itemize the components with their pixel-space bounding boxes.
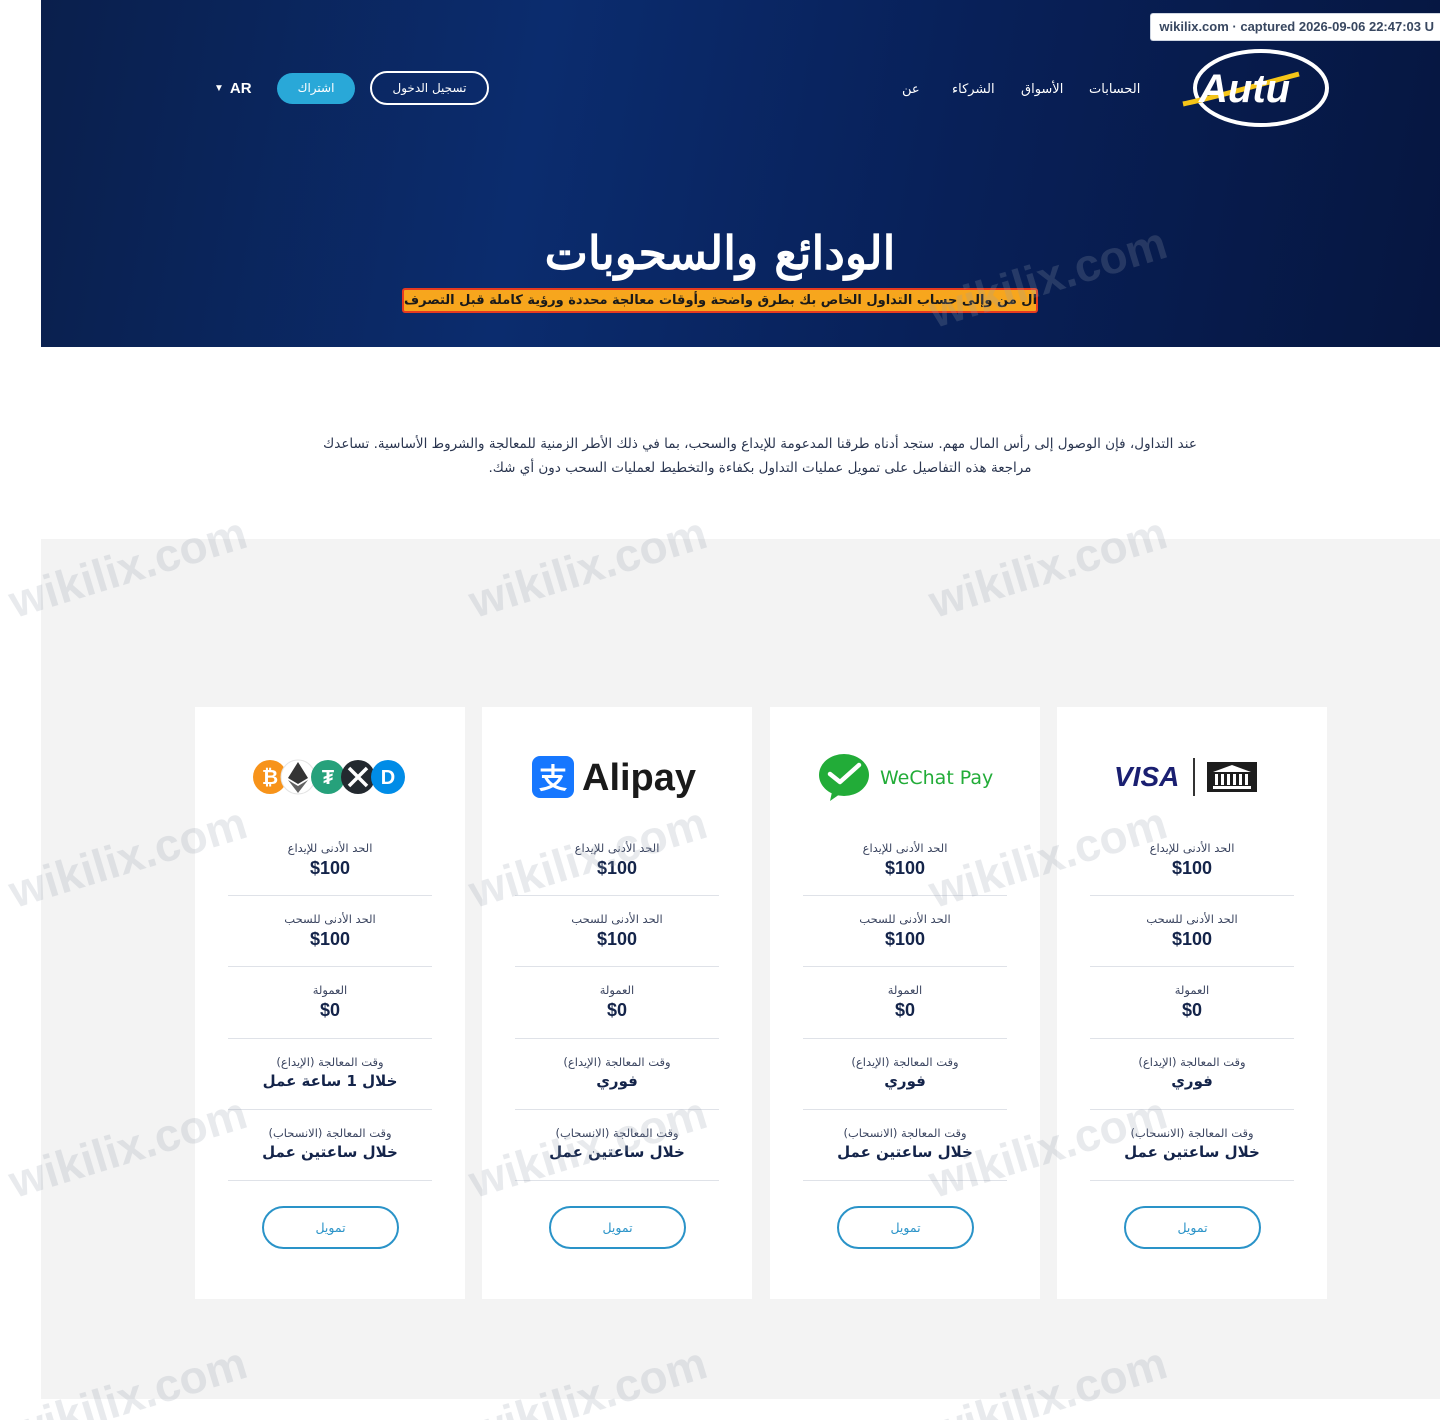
withdraw-time-label: وقت المعالجة (الانسحاب) <box>268 1126 392 1140</box>
fund-button-alipay[interactable]: تمويل <box>549 1206 686 1249</box>
visa-bank-logo: VISA <box>1057 747 1327 807</box>
min-withdraw-label: الحد الأدنى للسحب <box>859 912 951 926</box>
logo-text: Autu <box>1198 67 1290 111</box>
withdraw-time-value: خلال ساعتين عمل <box>837 1143 973 1161</box>
min-withdraw-value: $100 <box>1171 929 1213 949</box>
fund-button-crypto[interactable]: تمويل <box>262 1206 399 1249</box>
alipay-logo: 支 Alipay <box>482 747 752 807</box>
visa-wordmark: VISA <box>1114 761 1179 792</box>
min-withdraw-label: الحد الأدنى للسحب <box>284 912 376 926</box>
alipay-wordmark: Alipay <box>582 757 696 799</box>
min-withdraw-label: الحد الأدنى للسحب <box>1146 912 1238 926</box>
min-withdraw-value: $100 <box>884 929 926 949</box>
min-withdraw-value: $100 <box>596 929 638 949</box>
withdraw-time-value: خلال ساعتين عمل <box>1124 1143 1260 1161</box>
fund-button-visa[interactable]: تمويل <box>1124 1206 1261 1249</box>
intro-line-2: مراجعة هذه التفاصيل على تمويل عمليات الت… <box>488 460 1032 476</box>
crypto-logos: ₿ ₮ D <box>195 747 465 807</box>
caret-down-icon: ▼ <box>214 83 224 94</box>
visa-bank-icon: VISA <box>1114 758 1257 796</box>
fund-button-wechat[interactable]: تمويل <box>837 1206 974 1249</box>
nav-item-about[interactable]: عن <box>902 82 920 97</box>
deposit-time-value: خلال 1 ساعة عمل <box>262 1072 398 1090</box>
payment-card-visa: VISA الحد الأدنى للإيداع $100 الحد الأدنى… <box>1057 707 1327 1299</box>
min-deposit-label: الحد الأدنى للإيداع <box>574 841 660 855</box>
svg-text:₿: ₿ <box>262 767 278 789</box>
commission-label: العمولة <box>887 983 923 997</box>
deposit-time-value: فوري <box>596 1072 638 1090</box>
subscribe-button[interactable]: اشتراك <box>277 73 355 104</box>
svg-text:₮: ₮ <box>322 767 334 789</box>
withdraw-time-label: وقت المعالجة (الانسحاب) <box>555 1126 679 1140</box>
commission-value: $0 <box>894 1000 916 1020</box>
nav-item-accounts[interactable]: الحسابات <box>1089 82 1140 97</box>
commission-label: العمولة <box>1174 983 1210 997</box>
commission-label: العمولة <box>599 983 635 997</box>
min-deposit-value: $100 <box>1171 858 1213 878</box>
nav-item-partners[interactable]: الشركاء <box>952 82 995 97</box>
wechat-pay-logo: WeChat Pay <box>770 747 1040 807</box>
commission-label: العمولة <box>312 983 348 997</box>
withdraw-time-value: خلال ساعتين عمل <box>262 1143 398 1161</box>
min-deposit-value: $100 <box>309 858 351 878</box>
min-withdraw-label: الحد الأدنى للسحب <box>571 912 663 926</box>
payment-card-wechat: WeChat Pay الحد الأدنى للإيداع $100 الحد … <box>770 707 1040 1299</box>
language-label: AR <box>229 80 252 97</box>
commission-value: $0 <box>606 1000 628 1020</box>
payment-card-alipay: 支 Alipay الحد الأدنى للإيداع $100 الحد ال… <box>482 707 752 1299</box>
min-deposit-value: $100 <box>596 858 638 878</box>
svg-text:支: 支 <box>538 762 566 795</box>
autu-logo[interactable]: Autu <box>1181 44 1331 134</box>
payment-card-crypto: ₿ ₮ D الحد الأدنى للإيداع $100 الحد الأدن… <box>195 707 465 1299</box>
alipay-icon: 支 Alipay <box>531 756 696 799</box>
login-button[interactable]: تسجيل الدخول <box>370 71 489 105</box>
withdraw-time-label: وقت المعالجة (الانسحاب) <box>1130 1126 1254 1140</box>
deposit-time-label: وقت المعالجة (الإيداع) <box>1138 1055 1246 1069</box>
intro-line-1: عند التداول، فإن الوصول إلى رأس المال مه… <box>323 436 1197 452</box>
withdraw-time-value: خلال ساعتين عمل <box>549 1143 685 1161</box>
deposit-time-value: فوري <box>884 1072 926 1090</box>
wechat-pay-icon: WeChat Pay <box>818 754 993 801</box>
deposit-time-label: وقت المعالجة (الإيداع) <box>851 1055 959 1069</box>
wechat-wordmark: WeChat Pay <box>880 767 993 789</box>
deposit-time-label: وقت المعالجة (الإيداع) <box>276 1055 384 1069</box>
commission-value: $0 <box>1181 1000 1203 1020</box>
deposit-time-label: وقت المعالجة (الإيداع) <box>563 1055 671 1069</box>
min-deposit-value: $100 <box>884 858 926 878</box>
crypto-coins-icon: ₿ ₮ D <box>253 759 405 795</box>
svg-text:D: D <box>381 767 395 789</box>
min-deposit-label: الحد الأدنى للإيداع <box>862 841 948 855</box>
language-selector[interactable]: ▼ AR <box>214 80 252 97</box>
withdraw-time-label: وقت المعالجة (الانسحاب) <box>843 1126 967 1140</box>
hero-subtitle: قم بنقل الأموال من وإلى حساب التداول الخ… <box>402 288 1038 313</box>
min-deposit-label: الحد الأدنى للإيداع <box>287 841 373 855</box>
deposit-time-value: فوري <box>1171 1072 1213 1090</box>
nav-item-markets[interactable]: الأسواق <box>1021 82 1063 97</box>
commission-value: $0 <box>319 1000 341 1020</box>
min-deposit-label: الحد الأدنى للإيداع <box>1149 841 1235 855</box>
min-withdraw-value: $100 <box>309 929 351 949</box>
capture-tag: wikilix.com · captured 2026-09-06 22:47:… <box>1150 13 1440 41</box>
page-title: الودائع والسحوبات <box>544 226 896 280</box>
intro-text: عند التداول، فإن الوصول إلى رأس المال مه… <box>300 432 1220 480</box>
